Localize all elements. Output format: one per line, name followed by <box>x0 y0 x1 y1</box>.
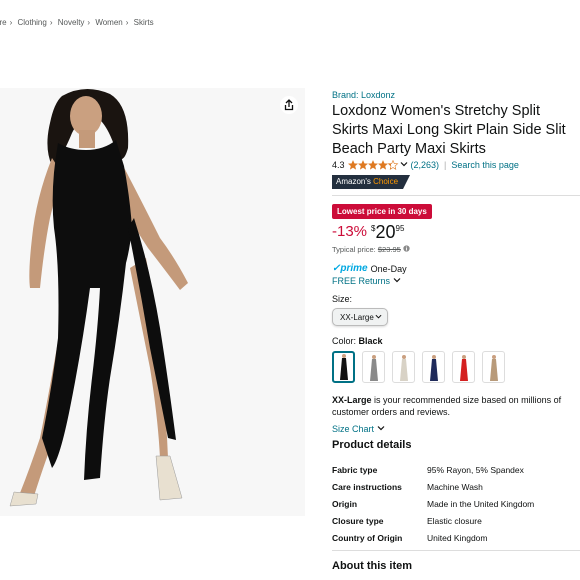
swatch-thumbnail <box>339 354 348 380</box>
chevron-down-icon <box>375 309 382 327</box>
size-selected-value: XX-Large <box>340 313 374 322</box>
color-swatch-khaki[interactable] <box>482 351 505 383</box>
color-swatch-navy[interactable] <box>422 351 445 383</box>
swatch-thumbnail <box>369 355 378 381</box>
table-row: Fabric type 95% Rayon, 5% Spandex <box>332 461 534 478</box>
deal-badge: Lowest price in 30 days <box>332 204 432 219</box>
amazons-choice-badge[interactable]: Amazon's Choice <box>332 175 410 189</box>
color-swatch-black[interactable] <box>332 351 355 383</box>
price-whole: 20 <box>375 222 396 242</box>
section-divider <box>332 195 580 196</box>
detail-key: Origin <box>332 498 358 509</box>
rating-row: 4.3 (2,263) | Search this page <box>332 160 519 170</box>
swatch-thumbnail <box>399 355 408 381</box>
prime-delivery-text: One-Day <box>370 263 407 274</box>
breadcrumb-separator: › <box>9 18 13 27</box>
chevron-down-icon <box>400 162 407 167</box>
price-fraction: 95 <box>395 224 405 233</box>
prime-logo: ✓prime <box>332 263 368 274</box>
detail-value: Elastic closure <box>427 515 482 526</box>
table-row: Country of Origin United Kingdom <box>332 529 534 546</box>
breadcrumb-separator: › <box>87 18 91 27</box>
about-this-item-heading: About this item <box>332 560 413 572</box>
free-returns-label: FREE Returns <box>332 276 391 286</box>
divider: | <box>444 160 447 170</box>
table-row: Origin Made in the United Kingdom <box>332 495 534 512</box>
chevron-down-icon <box>393 278 400 283</box>
brand-link[interactable]: Brand: Loxdonz <box>332 90 395 100</box>
chevron-down-icon <box>377 426 384 431</box>
color-label-text: Color: <box>332 336 357 346</box>
detail-key: Country of Origin <box>332 532 403 543</box>
star-rating[interactable] <box>347 160 408 170</box>
detail-key: Fabric type <box>332 464 378 475</box>
swatch-thumbnail <box>429 355 438 381</box>
section-divider <box>332 550 580 551</box>
product-title: Loxdonz Women's Stretchy Split Skirts Ma… <box>332 103 566 157</box>
detail-key: Care instructions <box>332 481 402 492</box>
discount-percent: -13% <box>332 223 368 240</box>
product-details-table: Fabric type 95% Rayon, 5% Spandex Care in… <box>332 461 534 546</box>
breadcrumb: ore› Clothing› Novelty› Women› Skirts <box>0 18 154 27</box>
breadcrumb-item[interactable]: ore <box>0 18 7 27</box>
color-swatches <box>332 351 512 383</box>
info-icon[interactable] <box>403 245 410 252</box>
ratings-count-link[interactable]: (2,263) <box>411 160 440 170</box>
size-chart-link[interactable]: Size Chart <box>332 424 385 434</box>
swatch-thumbnail <box>459 355 468 381</box>
share-icon[interactable] <box>280 96 298 114</box>
size-label: Size: <box>332 294 353 304</box>
typical-price: Typical price: $23.95 <box>332 245 410 254</box>
swatch-thumbnail <box>489 355 498 381</box>
product-main-image[interactable] <box>0 88 305 516</box>
size-dropdown[interactable]: XX-Large <box>332 308 388 326</box>
prime-row[interactable]: ✓prime One-Day <box>332 263 407 274</box>
size-recommendation: XX-Large is your recommended size based … <box>332 394 580 418</box>
breadcrumb-item[interactable]: Women <box>95 18 122 27</box>
detail-value: United Kingdom <box>427 532 488 543</box>
color-selected-value: Black <box>358 336 383 346</box>
search-this-page-link[interactable]: Search this page <box>451 160 519 170</box>
color-swatch-grey[interactable] <box>362 351 385 383</box>
detail-value: Machine Wash <box>427 481 483 492</box>
product-photo <box>0 88 305 516</box>
star-icon <box>347 160 398 170</box>
table-row: Closure type Elastic closure <box>332 512 534 529</box>
badge-text: Amazon's <box>336 177 374 186</box>
detail-value: 95% Rayon, 5% Spandex <box>427 464 524 475</box>
breadcrumb-separator: › <box>125 18 129 27</box>
detail-key: Closure type <box>332 515 384 526</box>
breadcrumb-item[interactable]: Clothing <box>17 18 46 27</box>
breadcrumb-separator: › <box>49 18 53 27</box>
free-returns-link[interactable]: FREE Returns <box>332 276 401 286</box>
badge-choice-text: Choice <box>373 177 399 186</box>
breadcrumb-item[interactable]: Novelty <box>58 18 85 27</box>
rating-value: 4.3 <box>332 160 345 170</box>
color-swatch-red[interactable] <box>452 351 475 383</box>
price-block: -13% $ 20 95 <box>332 222 404 242</box>
color-swatch-beige[interactable] <box>392 351 415 383</box>
color-label: Color: Black <box>332 336 383 346</box>
table-row: Care instructions Machine Wash <box>332 478 534 495</box>
recommended-size: XX-Large <box>332 395 372 405</box>
breadcrumb-item[interactable]: Skirts <box>134 18 154 27</box>
typical-price-value: $23.95 <box>377 245 401 254</box>
typical-price-label: Typical price: <box>332 245 376 254</box>
product-details-heading: Product details <box>332 439 412 451</box>
size-chart-label: Size Chart <box>332 424 375 434</box>
detail-value: Made in the United Kingdom <box>427 498 535 509</box>
